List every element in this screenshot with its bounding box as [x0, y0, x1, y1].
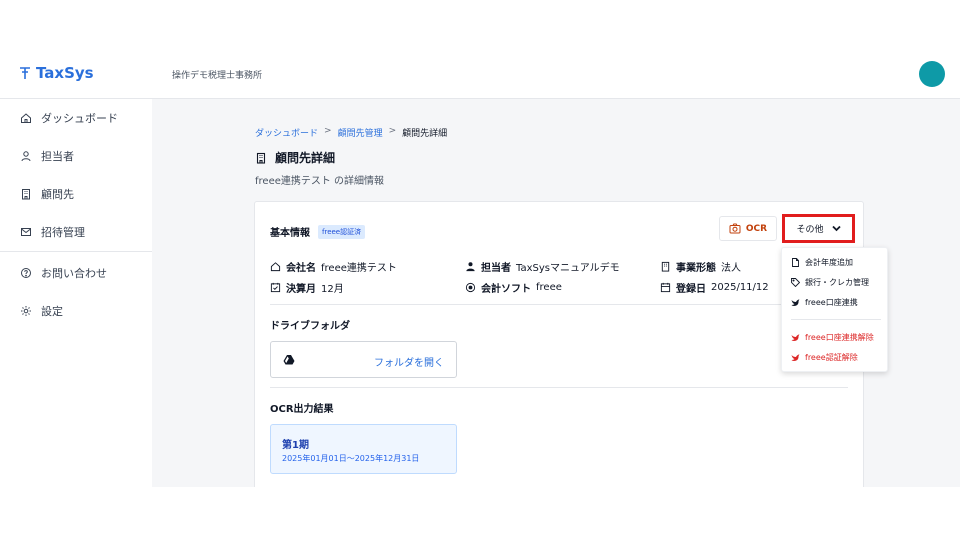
breadcrumb-dashboard[interactable]: ダッシュボード	[255, 126, 318, 139]
freee-bird-icon	[791, 299, 800, 306]
person-icon	[466, 262, 475, 272]
menu-item-freee-account-unlink[interactable]: freee口座連携解除	[791, 332, 874, 343]
logo-icon	[20, 67, 30, 79]
calendar-check-icon	[270, 282, 281, 293]
staff-value: TaxSysマニュアルデモ	[516, 263, 620, 274]
menu-item-label: 銀行・クレカ管理	[805, 278, 869, 287]
menu-item-label: freee口座連携解除	[805, 333, 874, 342]
info-registered-date: 登録日 2025/11/12	[660, 280, 769, 295]
other-menu-button[interactable]: その他	[782, 214, 855, 243]
info-business-type: 事業形態 法人	[660, 259, 741, 274]
ocr-period-card[interactable]: 第1期 2025年01月01日〜2025年12月31日	[270, 424, 457, 474]
person-icon	[21, 151, 31, 162]
app-name: TaxSys	[36, 64, 94, 82]
info-staff: 担当者 TaxSysマニュアルデモ	[465, 259, 620, 274]
home-icon	[21, 113, 31, 123]
ocr-button-label: OCR	[745, 223, 768, 234]
menu-item-add-fiscal-year[interactable]: 会計年度追加	[791, 257, 853, 268]
info-fiscal-month: 決算月 12月	[270, 280, 344, 295]
sidebar-item-label: 担当者	[41, 150, 74, 163]
page-title-text: 顧問先詳細	[275, 151, 336, 165]
ocr-results-heading: OCR出力結果	[270, 404, 334, 415]
sidebar-item-invites[interactable]: 招待管理	[20, 224, 85, 240]
breadcrumb-separator: >	[388, 126, 397, 136]
section-divider	[270, 387, 848, 388]
open-folder-link[interactable]: フォルダを開く	[374, 354, 444, 369]
basic-info-header: 基本情報 freee認証済	[270, 224, 366, 239]
building-icon	[661, 261, 670, 272]
freee-bird-icon	[791, 354, 800, 361]
freee-bird-icon	[791, 334, 800, 341]
period-range: 2025年01月01日〜2025年12月31日	[282, 454, 420, 463]
sidebar-item-label: 設定	[41, 305, 63, 318]
help-icon	[21, 268, 31, 278]
menu-item-label: 会計年度追加	[805, 258, 853, 267]
info-company: 会社名 freee連携テスト	[270, 259, 397, 274]
status-badge: freee認証済	[318, 224, 366, 239]
breadcrumb-current: 顧問先詳細	[402, 129, 448, 139]
sidebar-item-label: 招待管理	[41, 226, 85, 239]
sidebar-item-clients[interactable]: 顧問先	[20, 186, 74, 202]
drive-folder-heading: ドライブフォルダ	[270, 321, 350, 332]
tag-icon	[791, 278, 800, 287]
menu-item-freee-auth-revoke[interactable]: freee認証解除	[791, 352, 858, 363]
fiscal-month-label: 決算月	[286, 284, 316, 295]
drive-folder-box: フォルダを開く	[270, 341, 457, 378]
section-divider	[270, 304, 848, 305]
sidebar-divider	[0, 251, 152, 252]
office-name: 操作デモ税理士事務所	[172, 71, 263, 81]
app-logo[interactable]: TaxSys	[19, 64, 94, 82]
sidebar-item-dashboard[interactable]: ダッシュボード	[20, 110, 118, 126]
page-title: 顧問先詳細	[255, 149, 335, 166]
gear-icon	[21, 306, 31, 316]
target-icon	[465, 282, 476, 293]
business-type-label: 事業形態	[676, 263, 716, 274]
other-menu-label: その他	[796, 225, 824, 235]
breadcrumb-client-management[interactable]: 顧問先管理	[338, 126, 383, 139]
app-frame: TaxSys 操作デモ税理士事務所 ダッシュボード 担当者 顧問先 招待管理 お…	[0, 50, 960, 487]
info-accounting-software: 会計ソフト freee	[465, 280, 562, 295]
other-dropdown-menu: 会計年度追加 銀行・クレカ管理 freee口座連携 freee口座連携解除 fr…	[781, 247, 888, 372]
sidebar-item-label: ダッシュボード	[41, 112, 118, 125]
menu-item-label: freee認証解除	[805, 353, 858, 362]
top-bar: TaxSys 操作デモ税理士事務所	[0, 50, 960, 99]
page-subtitle: freee連携テスト の詳細情報	[255, 176, 385, 187]
sidebar-item-staff[interactable]: 担当者	[20, 148, 74, 164]
company-label: 会社名	[286, 263, 316, 274]
period-title: 第1期	[282, 440, 309, 451]
menu-item-bank-card[interactable]: 銀行・クレカ管理	[791, 277, 869, 288]
company-value: freee連携テスト	[321, 263, 397, 274]
accounting-software-value: freee	[536, 282, 562, 293]
registered-date-label: 登録日	[676, 284, 706, 295]
google-drive-icon	[283, 355, 295, 365]
chevron-down-icon	[831, 225, 841, 232]
sidebar-item-label: お問い合わせ	[41, 267, 107, 280]
accounting-software-label: 会計ソフト	[481, 284, 531, 295]
fiscal-month-value: 12月	[321, 284, 344, 295]
mail-icon	[21, 228, 31, 236]
camera-icon	[729, 223, 741, 234]
document-icon	[792, 258, 799, 267]
ocr-button[interactable]: OCR	[719, 216, 777, 241]
menu-divider	[791, 319, 881, 320]
sidebar-item-label: 顧問先	[41, 188, 74, 201]
sidebar-item-settings[interactable]: 設定	[20, 303, 63, 319]
registered-date-value: 2025/11/12	[711, 282, 769, 293]
building-icon	[22, 189, 30, 200]
breadcrumb-separator: >	[324, 126, 332, 136]
breadcrumb: ダッシュボード > 顧問先管理 > 顧問先詳細	[255, 126, 447, 139]
business-type-value: 法人	[721, 263, 741, 274]
home-icon	[270, 262, 281, 272]
client-detail-card: 基本情報 freee認証済 OCR その他 会社名 freee連携テスト 担当者…	[254, 201, 864, 487]
staff-label: 担当者	[481, 263, 511, 274]
menu-item-freee-account-link[interactable]: freee口座連携	[791, 297, 858, 308]
sidebar: ダッシュボード 担当者 顧問先 招待管理 お問い合わせ 設定	[0, 99, 152, 487]
sidebar-item-contact[interactable]: お問い合わせ	[20, 265, 107, 281]
menu-item-label: freee口座連携	[805, 298, 858, 307]
user-avatar[interactable]	[919, 61, 945, 87]
basic-info-heading: 基本情報	[270, 228, 310, 239]
building-icon	[256, 152, 266, 164]
calendar-icon	[660, 282, 671, 293]
